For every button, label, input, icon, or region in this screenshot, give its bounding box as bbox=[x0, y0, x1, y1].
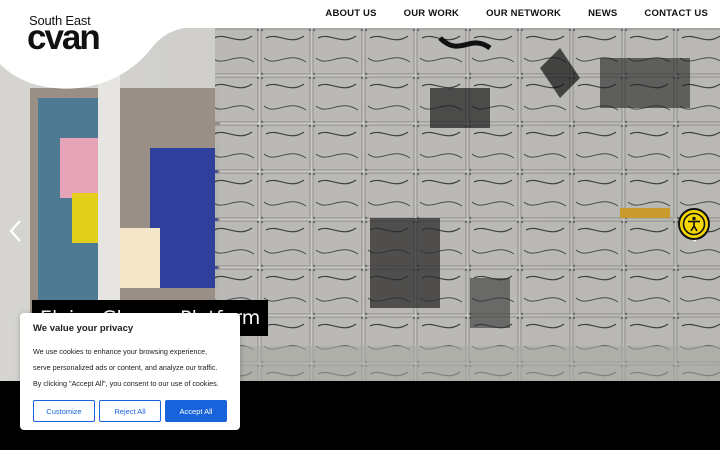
logo-line-2[interactable]: cvan bbox=[27, 20, 101, 55]
cookie-text-line: We use cookies to enhance your browsing … bbox=[33, 347, 208, 356]
nav-contact-us[interactable]: CONTACT US bbox=[644, 8, 708, 19]
carousel-prev-button[interactable] bbox=[6, 218, 26, 244]
cookie-accept-all-button[interactable]: Accept All bbox=[165, 400, 227, 422]
cookie-text-line: serve personalized ads or content, and a… bbox=[33, 363, 218, 372]
nav-news[interactable]: NEWS bbox=[588, 8, 617, 19]
accessibility-person-icon bbox=[682, 212, 706, 236]
cookie-title: We value your privacy bbox=[33, 323, 134, 334]
nav-about-us[interactable]: ABOUT US bbox=[325, 8, 376, 19]
cookie-reject-all-button[interactable]: Reject All bbox=[99, 400, 161, 422]
nav-our-work[interactable]: OUR WORK bbox=[404, 8, 459, 19]
nav-our-network[interactable]: OUR NETWORK bbox=[486, 8, 561, 19]
cookie-customize-button[interactable]: Customize bbox=[33, 400, 95, 422]
cookie-consent-banner: We value your privacy We use cookies to … bbox=[20, 313, 240, 430]
accessibility-button[interactable] bbox=[678, 208, 710, 240]
main-nav: ABOUT US OUR WORK OUR NETWORK NEWS CONTA… bbox=[325, 8, 708, 19]
chevron-left-icon bbox=[9, 220, 21, 242]
cookie-text-line: By clicking "Accept All", you consent to… bbox=[33, 379, 219, 388]
cookie-button-row: Customize Reject All Accept All bbox=[33, 400, 227, 422]
